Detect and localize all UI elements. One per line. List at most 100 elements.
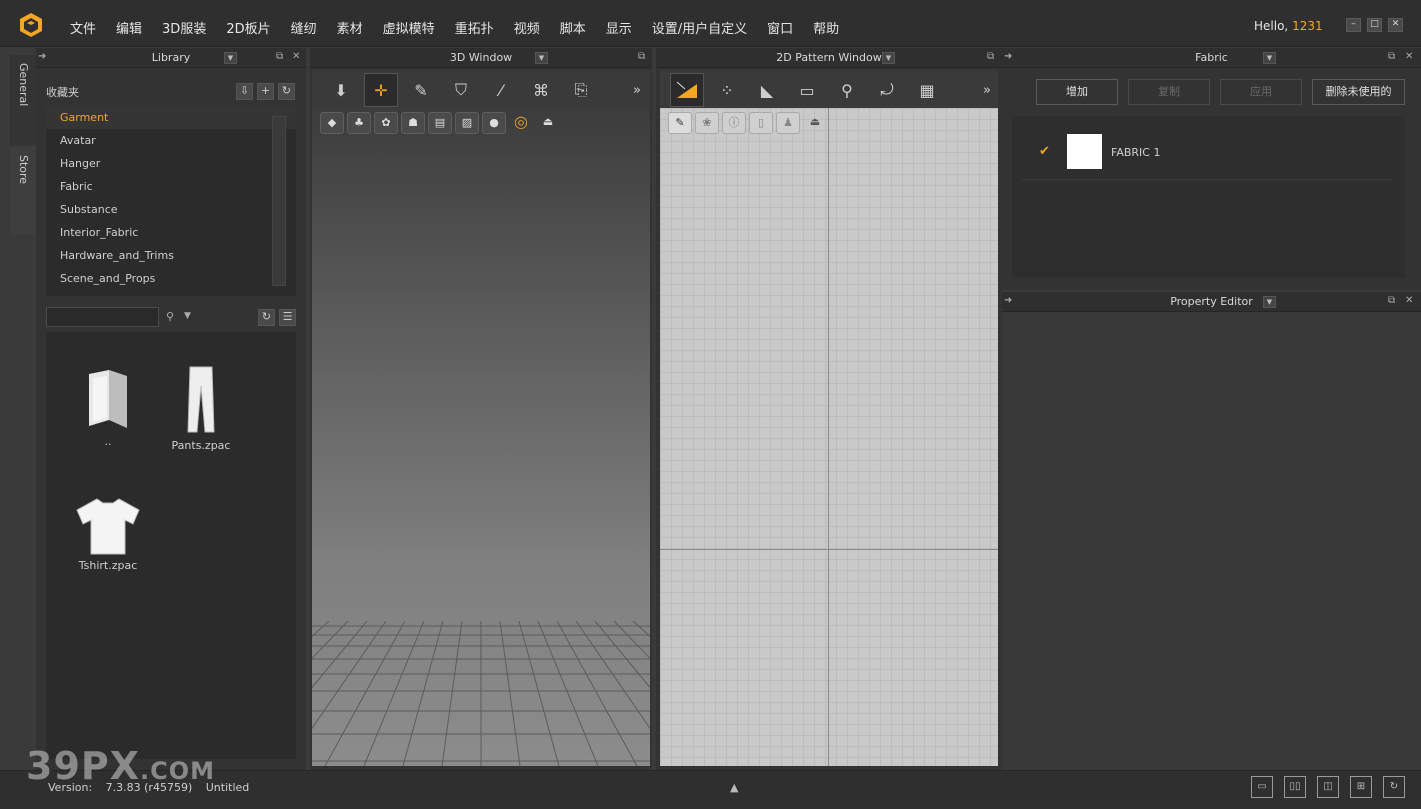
garment-icon[interactable]: ♣ — [347, 112, 371, 134]
search-icon[interactable]: ⚲ — [166, 310, 174, 323]
favorite-item[interactable]: Garment — [46, 106, 296, 129]
polygon-icon[interactable]: ◣ — [750, 73, 784, 107]
menu-item[interactable]: 缝纫 — [281, 14, 327, 41]
favorite-item[interactable]: Hardware_and_Trims — [46, 244, 296, 267]
fabric-icon[interactable]: ▤ — [428, 112, 452, 134]
avatar-icon[interactable]: ◆ — [320, 112, 344, 134]
brush-icon[interactable]: ✎ — [668, 112, 692, 134]
fold-icon[interactable]: ⤾ — [870, 73, 904, 107]
info-icon[interactable]: ⓘ — [722, 112, 746, 134]
property-editor-dropdown[interactable]: ▼ — [1263, 296, 1276, 308]
reset-view-icon[interactable]: ↻ — [1383, 776, 1405, 798]
collapse-up-icon[interactable]: ▲ — [730, 781, 738, 794]
menu-item[interactable]: 3D服装 — [152, 14, 216, 41]
menu-item[interactable]: 窗口 — [757, 14, 803, 41]
needle-icon[interactable]: ⁄ — [484, 73, 518, 107]
3d-window-dropdown[interactable]: ▼ — [535, 52, 548, 64]
menu-item[interactable]: 脚本 — [550, 14, 596, 41]
menu-item[interactable]: 设置/用户自定义 — [642, 14, 757, 41]
3d-viewport[interactable]: ◆ ♣ ✿ ☗ ▤ ▨ ● ◎ ⏏ — [312, 108, 650, 766]
list-view-icon[interactable]: ☰ — [279, 309, 296, 326]
dual-view-icon[interactable]: ▯▯ — [1284, 776, 1306, 798]
favorite-item[interactable]: Interior_Fabric — [46, 221, 296, 244]
username[interactable]: 1231 — [1292, 19, 1323, 33]
pin-icon[interactable]: ⚲ — [830, 73, 864, 107]
garment-icon[interactable]: ⛉ — [444, 73, 478, 107]
float-icon[interactable]: ⧉ — [1388, 51, 1395, 62]
texture-icon[interactable]: ✿ — [374, 112, 398, 134]
quad-view-icon[interactable]: ⊞ — [1350, 776, 1372, 798]
shirt-icon[interactable]: ♟ — [776, 112, 800, 134]
page-icon[interactable]: ▯ — [749, 112, 773, 134]
menu-item[interactable]: 视频 — [504, 14, 550, 41]
upload-icon[interactable]: ⏏ — [536, 112, 560, 134]
menu-item[interactable]: 素材 — [327, 14, 373, 41]
surface-icon[interactable]: ▨ — [455, 112, 479, 134]
expand-icon[interactable]: » — [978, 73, 996, 107]
copy-fabric-button[interactable]: 复制 — [1128, 79, 1210, 105]
minimize-button[interactable]: – — [1346, 18, 1361, 32]
favorite-item[interactable]: Avatar — [46, 129, 296, 152]
person-icon[interactable]: ☗ — [401, 112, 425, 134]
menu-item[interactable]: 虚拟模特 — [373, 14, 445, 41]
cloth-icon[interactable]: ❀ — [695, 112, 719, 134]
tab-store[interactable]: Store — [10, 147, 36, 235]
close-button[interactable]: ✕ — [1388, 18, 1403, 32]
maximize-button[interactable]: □ — [1367, 18, 1382, 32]
float-icon[interactable]: ⧉ — [276, 51, 283, 62]
single-view-icon[interactable]: ▭ — [1251, 776, 1273, 798]
library-search-input[interactable] — [46, 307, 159, 327]
check-icon: ✔ — [1039, 144, 1050, 159]
points-icon[interactable]: ⁘ — [710, 73, 744, 107]
menu-item[interactable]: 显示 — [596, 14, 642, 41]
close-icon[interactable]: ✕ — [292, 51, 300, 62]
menu-item[interactable]: 重拓扑 — [445, 14, 504, 41]
download-icon[interactable]: ⇩ — [236, 83, 253, 100]
chevron-down-icon[interactable]: ▼ — [184, 311, 191, 321]
add-icon[interactable]: + — [257, 83, 274, 100]
apply-fabric-button[interactable]: 应用 — [1220, 79, 1302, 105]
export-icon[interactable]: ⎘ — [564, 73, 598, 107]
float-icon[interactable]: ⧉ — [638, 51, 645, 62]
pattern-icon[interactable]: ⌘ — [524, 73, 558, 107]
close-icon[interactable]: ✕ — [1405, 51, 1413, 62]
head-icon[interactable]: ● — [482, 112, 506, 134]
fabric-dropdown[interactable]: ▼ — [1263, 52, 1276, 64]
refresh-icon[interactable]: ↻ — [278, 83, 295, 100]
fabric-list-item[interactable]: ✔ FABRIC 1 — [1022, 134, 1392, 180]
tab-general[interactable]: General — [10, 55, 36, 145]
add-fabric-button[interactable]: 增加 — [1036, 79, 1118, 105]
library-dropdown[interactable]: ▼ — [224, 52, 237, 64]
arrow-down-icon[interactable]: ⬇ — [324, 73, 358, 107]
close-icon[interactable]: ✕ — [1405, 295, 1413, 306]
file-item[interactable]: Tshirt.zpac — [63, 496, 153, 572]
rectangle-icon[interactable]: ▭ — [790, 73, 824, 107]
favorite-item[interactable]: Hanger — [46, 152, 296, 175]
2d-viewport[interactable]: ✎ ❀ ⓘ ▯ ♟ ⏏ — [660, 108, 998, 766]
float-icon[interactable]: ⧉ — [987, 51, 994, 62]
delete-unused-button[interactable]: 删除未使用的 — [1312, 79, 1405, 105]
2d-window-dropdown[interactable]: ▼ — [882, 52, 895, 64]
favorite-item[interactable]: Fabric — [46, 175, 296, 198]
expand-icon[interactable]: » — [627, 73, 647, 107]
file-browser: .. Pants.zpac Tshirt.zpac — [46, 332, 296, 759]
menu-item[interactable]: 文件 — [60, 14, 106, 41]
refresh-files-icon[interactable]: ↻ — [258, 309, 275, 326]
pen-icon[interactable]: ✎ — [404, 73, 438, 107]
favorite-item[interactable]: Scene_and_Props — [46, 267, 296, 290]
favorite-item[interactable]: Substance — [46, 198, 296, 221]
grid-icon[interactable]: ▦ — [910, 73, 944, 107]
menu-item[interactable]: 2D板片 — [216, 14, 280, 41]
transform-icon[interactable] — [670, 73, 704, 107]
app-logo[interactable] — [18, 12, 44, 38]
float-icon[interactable]: ⧉ — [1388, 295, 1395, 306]
file-item[interactable]: .. — [63, 368, 153, 448]
upload-icon[interactable]: ⏏ — [803, 112, 827, 134]
menu-item[interactable]: 帮助 — [803, 14, 849, 41]
move-icon[interactable]: ✛ — [364, 73, 398, 107]
globe-icon[interactable]: ◎ — [509, 112, 533, 134]
file-item[interactable]: Pants.zpac — [156, 364, 246, 452]
favorites-scrollbar[interactable] — [272, 116, 286, 286]
menu-item[interactable]: 编辑 — [106, 14, 152, 41]
triple-view-icon[interactable]: ◫ — [1317, 776, 1339, 798]
